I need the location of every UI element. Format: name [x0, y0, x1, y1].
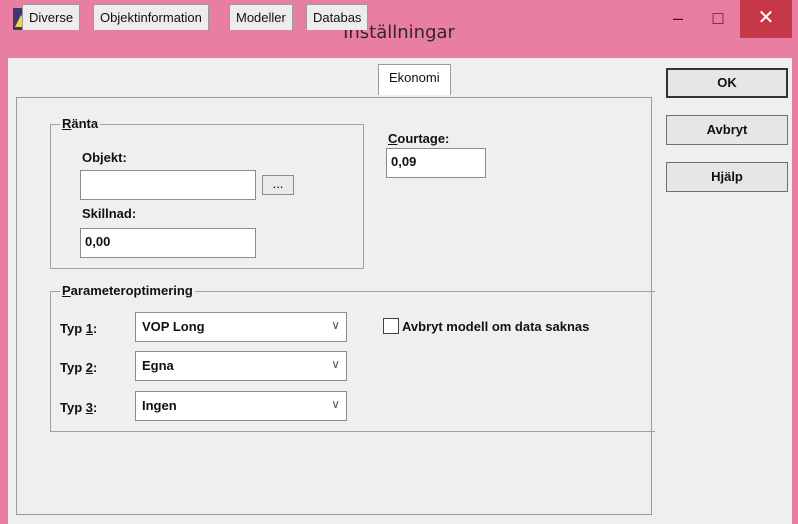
- parameteroptimering-legend: Parameteroptimering: [60, 283, 195, 298]
- courtage-label: Courtage:: [388, 131, 450, 146]
- chevron-down-icon: ∨: [331, 357, 340, 371]
- typ-2-label: Typ 2:: [60, 360, 98, 375]
- objekt-input[interactable]: [80, 170, 256, 200]
- maximize-button[interactable]: □: [698, 0, 738, 38]
- ekonomi-tab-panel: Ränta Objekt: ... Skillnad: 0,00 Courtag…: [16, 97, 655, 515]
- tab-diverse[interactable]: Diverse: [22, 4, 81, 30]
- ranta-legend: Ränta: [60, 116, 101, 131]
- courtage-input[interactable]: 0,09: [386, 148, 486, 178]
- chevron-down-icon: ∨: [331, 397, 340, 411]
- typ-1-select[interactable]: VOP Long ∨: [135, 312, 347, 342]
- tab-objektinformation[interactable]: Objektinformation: [93, 4, 209, 30]
- typ-2-select[interactable]: Egna ∨: [135, 351, 347, 381]
- cancel-button[interactable]: Avbryt: [666, 115, 788, 145]
- typ-2-value: Egna: [142, 358, 174, 373]
- typ-3-label: Typ 3:: [60, 400, 98, 415]
- typ-3-value: Ingen: [142, 398, 177, 413]
- tab-databas[interactable]: Databas: [306, 4, 369, 30]
- tab-ekonomi[interactable]: Ekonomi: [378, 64, 451, 95]
- objekt-browse-button[interactable]: ...: [262, 175, 294, 195]
- skillnad-label: Skillnad:: [82, 206, 137, 221]
- settings-window: Inställningar – □ ✕ Diverse Objektinform…: [0, 0, 798, 524]
- avbryt-modell-label[interactable]: Avbryt modell om data saknas: [402, 319, 589, 334]
- close-button[interactable]: ✕: [740, 0, 792, 38]
- tab-modeller[interactable]: Modeller: [229, 4, 293, 30]
- typ-3-select[interactable]: Ingen ∨: [135, 391, 347, 421]
- chevron-down-icon: ∨: [331, 318, 340, 332]
- minimize-button[interactable]: –: [658, 0, 698, 38]
- help-button[interactable]: Hjälp: [666, 162, 788, 192]
- ok-button[interactable]: OK: [666, 68, 788, 98]
- objekt-label: Objekt:: [82, 150, 127, 165]
- skillnad-input[interactable]: 0,00: [80, 228, 256, 258]
- typ-1-label: Typ 1:: [60, 321, 98, 336]
- avbryt-modell-checkbox[interactable]: [383, 318, 399, 334]
- typ-1-value: VOP Long: [142, 319, 205, 334]
